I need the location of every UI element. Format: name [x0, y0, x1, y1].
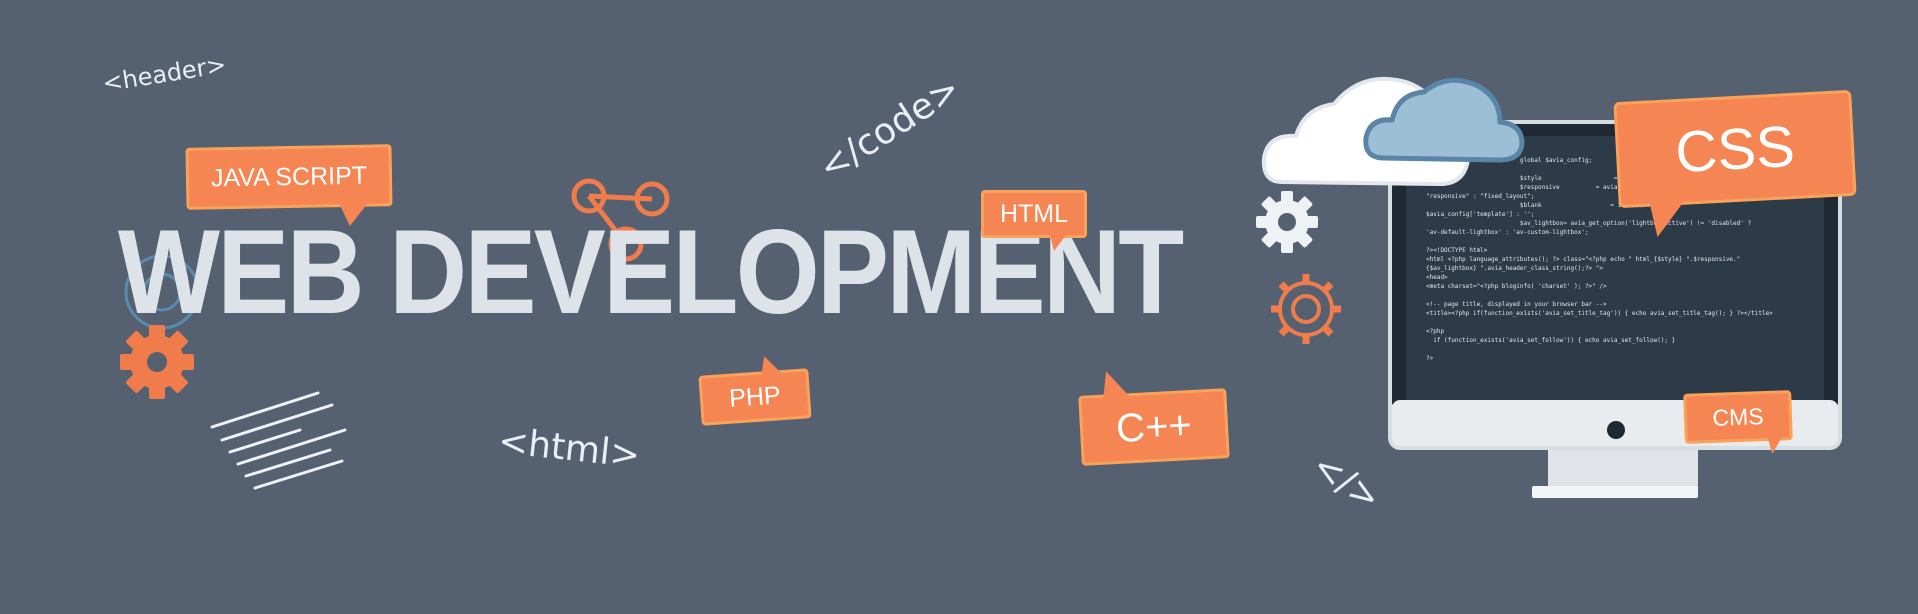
code-line: if (function_exists('avia_set_follow')) …	[1426, 337, 1676, 344]
gear-outline-orange-icon	[1271, 274, 1341, 344]
code-line: <meta charset="<?php bloginfo( 'charset'…	[1426, 283, 1607, 290]
code-line: $av_lightbox= avia_get_option('lightbox_…	[1426, 220, 1752, 227]
code-line: ?>	[1426, 355, 1434, 362]
gear-white-icon	[1256, 191, 1318, 253]
javascript-bubble: JAVA SCRIPT	[185, 144, 393, 210]
code-line: <?php	[1426, 328, 1445, 335]
code-line: <head>	[1426, 274, 1448, 281]
code-lines-icon	[210, 391, 347, 490]
css-bubble: CSS	[1613, 89, 1857, 209]
code-line: 'av-default-lightbox' : 'av-custom-light…	[1426, 229, 1589, 236]
html-bubble: HTML	[981, 190, 1087, 251]
code-line: <html <?php language_attributes(); ?> cl…	[1426, 256, 1741, 263]
code-line: <title><?php if(function_exists('avia_se…	[1426, 310, 1773, 317]
code-line: ?><!DOCTYPE html>	[1426, 247, 1488, 254]
php-bubble: PHP	[698, 368, 812, 426]
web-development-banner: global $avia_config; $style = $avia $res…	[0, 0, 1918, 614]
cpp-bubble: C++	[1078, 388, 1230, 466]
code-line: <!-- page title, displayed in your brows…	[1426, 301, 1607, 308]
code-line: {$av_lightbox} ".avia_header_class_strin…	[1426, 265, 1604, 272]
cms-bubble: CMS	[1683, 390, 1793, 444]
code-line: $avia_config['template'] : '';	[1426, 211, 1535, 218]
